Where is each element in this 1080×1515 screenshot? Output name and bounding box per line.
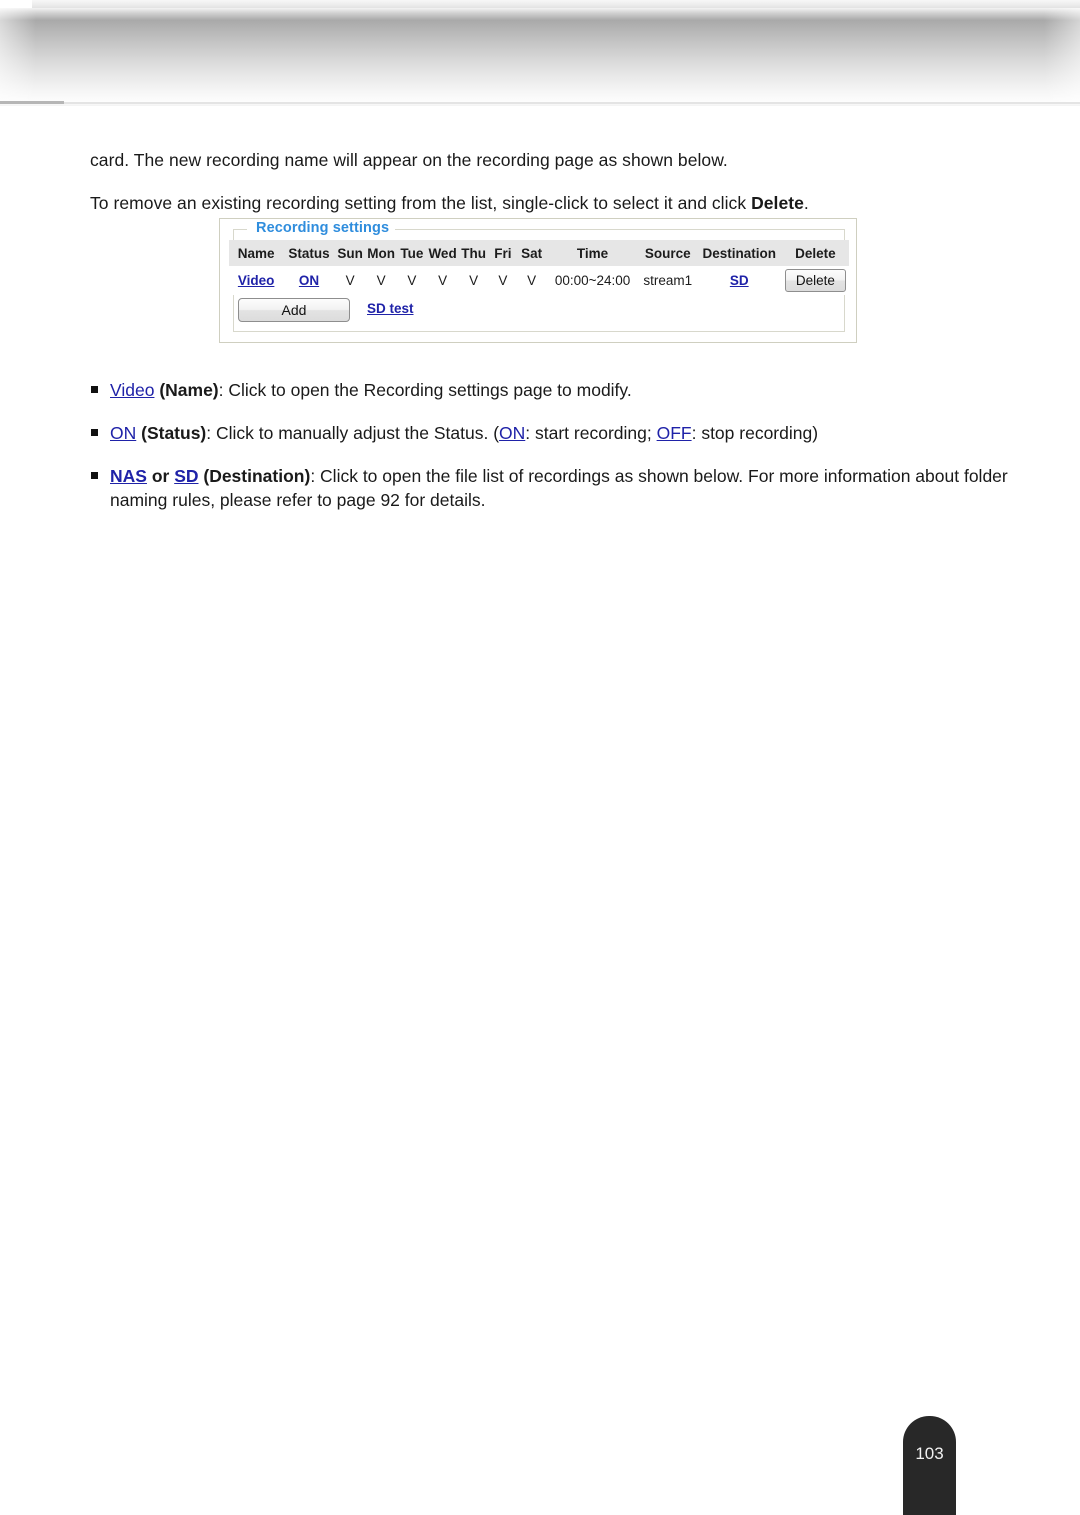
- status-off-inline-link[interactable]: OFF: [657, 423, 692, 443]
- status-description-a: : Click to manually adjust the Status. (: [206, 423, 500, 443]
- destination-label-name: (Destination): [198, 466, 311, 486]
- list-item: NAS or SD (Destination): Click to open t…: [90, 464, 1020, 512]
- recording-settings-panel: Recording settings Name Status Sun Mon T…: [219, 218, 857, 343]
- cell-thu: V: [458, 266, 489, 295]
- status-description-b: : start recording;: [525, 423, 657, 443]
- column-header-thu: Thu: [458, 240, 489, 266]
- bullet-list: Video (Name): Click to open the Recordin…: [90, 378, 1020, 531]
- page-number: 103: [915, 1444, 944, 1463]
- fieldset-top-border-right: [383, 229, 845, 230]
- cell-sun: V: [334, 266, 366, 295]
- banner-top-strip: [0, 0, 1080, 8]
- banner-right-fade: [1044, 8, 1080, 102]
- paragraph-remove-text-after: .: [803, 193, 809, 213]
- cell-tue: V: [396, 266, 427, 295]
- cell-sat: V: [516, 266, 547, 295]
- bullet-status-content: ON (Status): Click to manually adjust th…: [110, 421, 1020, 445]
- list-item: ON (Status): Click to manually adjust th…: [90, 421, 1020, 445]
- fieldset-top-border-left: [233, 229, 247, 230]
- paragraph-remove-text-before: To remove an existing recording setting …: [90, 193, 752, 213]
- recording-settings-table: Name Status Sun Mon Tue Wed Thu Fri Sat …: [229, 240, 849, 295]
- column-header-source: Source: [638, 240, 697, 266]
- status-description-c: : stop recording): [691, 423, 819, 443]
- column-header-time: Time: [546, 240, 639, 266]
- table-row[interactable]: Video ON V V V V V V V 00:00~24:00 strea…: [229, 266, 849, 295]
- nas-link[interactable]: NAS: [110, 466, 147, 486]
- cell-fri: V: [488, 266, 517, 295]
- delete-button[interactable]: Delete: [784, 269, 846, 292]
- cell-status: ON: [283, 266, 335, 295]
- bullet-destination-content: NAS or SD (Destination): Click to open t…: [110, 464, 1020, 512]
- recording-settings-legend: Recording settings: [250, 220, 396, 236]
- paragraph-remove-delete-keyword: Delete: [751, 193, 804, 213]
- add-button[interactable]: Add: [238, 298, 350, 322]
- status-on-inline-link[interactable]: ON: [499, 423, 525, 443]
- cell-name: Video: [229, 266, 284, 295]
- banner-top-strip-left-notch: [0, 0, 32, 8]
- column-header-sat: Sat: [516, 240, 547, 266]
- banner-rule-right: [64, 102, 1080, 104]
- destination-or-text: or: [146, 466, 175, 486]
- video-description: : Click to open the Recording settings p…: [218, 380, 632, 400]
- column-header-mon: Mon: [365, 240, 397, 266]
- recording-status-link[interactable]: ON: [299, 273, 319, 288]
- list-item: Video (Name): Click to open the Recordin…: [90, 378, 1020, 402]
- cell-time: 00:00~24:00: [546, 266, 639, 295]
- column-header-fri: Fri: [488, 240, 517, 266]
- sd-link[interactable]: SD: [174, 466, 198, 486]
- table-header-row: Name Status Sun Mon Tue Wed Thu Fri Sat …: [229, 240, 849, 266]
- column-header-tue: Tue: [396, 240, 427, 266]
- banner-rule-left: [0, 101, 64, 104]
- banner-gradient: [0, 8, 1080, 102]
- banner-left-fade: [0, 8, 36, 102]
- column-header-status: Status: [283, 240, 335, 266]
- status-on-link[interactable]: ON: [110, 423, 136, 443]
- column-header-wed: Wed: [426, 240, 459, 266]
- page-number-tab: 103: [903, 1416, 956, 1515]
- square-bullet-icon: [91, 429, 98, 436]
- recording-destination-link[interactable]: SD: [730, 273, 749, 288]
- cell-delete: Delete: [781, 266, 849, 295]
- cell-wed: V: [426, 266, 459, 295]
- bullet-video-content: Video (Name): Click to open the Recordin…: [110, 378, 1020, 402]
- recording-name-link[interactable]: Video: [238, 273, 275, 288]
- square-bullet-icon: [91, 472, 98, 479]
- column-header-name: Name: [229, 240, 284, 266]
- column-header-sun: Sun: [334, 240, 366, 266]
- video-label-name: (Name): [154, 380, 219, 400]
- status-label-name: (Status): [136, 423, 207, 443]
- page-header-banner: [0, 0, 1080, 110]
- paragraph-intro-text: card. The new recording name will appear…: [90, 150, 728, 170]
- video-link[interactable]: Video: [110, 380, 154, 400]
- square-bullet-icon: [91, 386, 98, 393]
- sd-test-link[interactable]: SD test: [367, 301, 414, 316]
- column-header-delete: Delete: [781, 240, 849, 266]
- paragraph-remove-instruction: To remove an existing recording setting …: [90, 191, 990, 215]
- cell-mon: V: [365, 266, 397, 295]
- column-header-destination: Destination: [696, 240, 782, 266]
- paragraph-intro: card. The new recording name will appear…: [90, 148, 990, 172]
- cell-source: stream1: [638, 266, 697, 295]
- cell-destination: SD: [696, 266, 782, 295]
